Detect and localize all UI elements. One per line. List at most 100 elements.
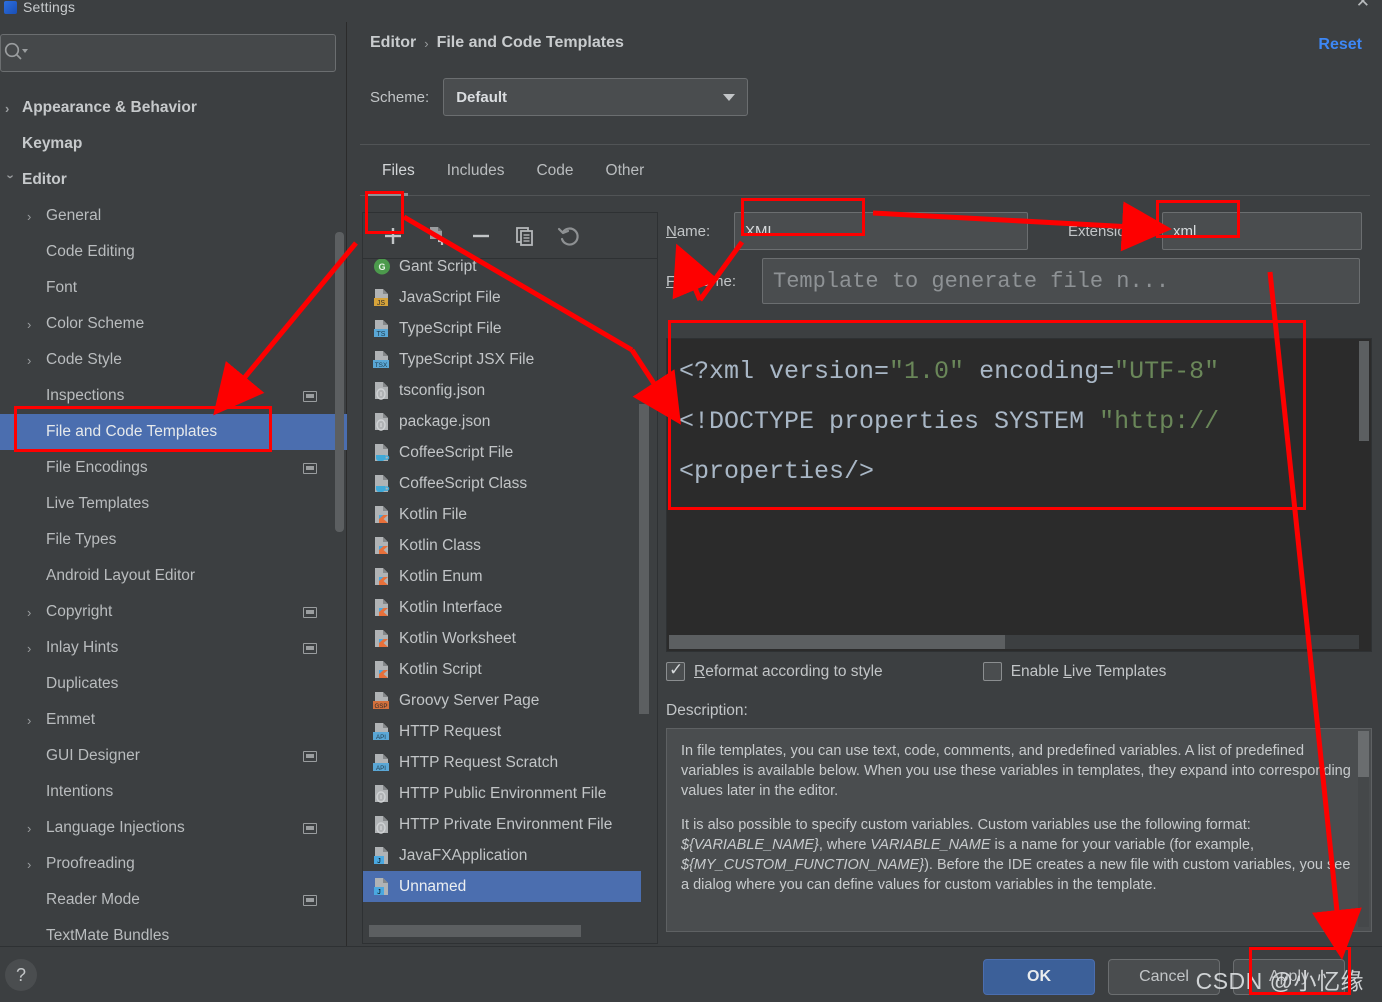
scheme-select[interactable]: Default <box>443 78 749 116</box>
code-token: <?xml version= <box>679 357 890 386</box>
template-list-item-label: CoffeeScript File <box>399 443 514 461</box>
chevron-right-icon[interactable]: › <box>5 101 17 116</box>
template-list-item[interactable]: Kotlin Enum <box>363 561 641 592</box>
template-list-item[interactable]: API HTTP Request Scratch <box>363 747 641 778</box>
description-scrollbar-thumb[interactable] <box>1358 731 1369 777</box>
sidebar-item-label: Emmet <box>46 711 96 728</box>
chevron-right-icon[interactable]: › <box>27 605 39 620</box>
editor-hscrollbar-thumb[interactable] <box>669 635 1005 649</box>
sidebar-item-gui-designer[interactable]: GUI Designer <box>0 738 347 774</box>
chevron-right-icon[interactable]: › <box>27 857 39 872</box>
sidebar-item-appearance-behavior[interactable]: › Appearance & Behavior <box>0 90 347 126</box>
sidebar-item-font[interactable]: Font <box>0 270 347 306</box>
sidebar-item-file-encodings[interactable]: File Encodings <box>0 450 347 486</box>
sidebar-item-inspections[interactable]: Inspections <box>0 378 347 414</box>
sidebar-item-label: General <box>46 207 102 224</box>
editor-scrollbar-thumb[interactable] <box>1359 341 1369 441</box>
template-code-editor[interactable]: <?xml version="1.0" encoding="UTF-8" <!DO… <box>666 338 1372 652</box>
sidebar-item-color-scheme[interactable]: › Color Scheme <box>0 306 347 342</box>
reset-link[interactable]: Reset <box>1318 36 1362 54</box>
chevron-right-icon[interactable]: › <box>27 713 39 728</box>
file-list-scrollbar-thumb[interactable] <box>639 404 649 714</box>
extension-input[interactable]: xml <box>1162 212 1362 250</box>
copy-icon <box>516 226 533 246</box>
chevron-right-icon[interactable]: › <box>27 821 39 836</box>
chevron-down-icon[interactable]: › <box>4 174 19 186</box>
sidebar-item-editor[interactable]: › Editor <box>0 162 347 198</box>
sidebar-item-textmate-bundles[interactable]: TextMate Bundles <box>0 918 347 946</box>
sidebar-item-copyright[interactable]: › Copyright <box>0 594 347 630</box>
file-list-hscrollbar[interactable] <box>367 924 653 938</box>
file-list-hscrollbar-thumb[interactable] <box>369 925 581 937</box>
template-list-item[interactable]: HTTP Private Environment File <box>363 809 641 840</box>
chevron-right-icon[interactable]: › <box>27 317 39 332</box>
reformat-checkbox-box[interactable] <box>666 660 685 681</box>
sidebar-item-keymap[interactable]: Keymap <box>0 126 347 162</box>
sidebar-item-inlay-hints[interactable]: › Inlay Hints <box>0 630 347 666</box>
tab-includes[interactable]: Includes <box>431 156 521 186</box>
live-templates-checkbox[interactable]: Enable Live Templates <box>982 662 1166 681</box>
sidebar-item-language-injections[interactable]: › Language Injections <box>0 810 347 846</box>
template-list-item[interactable]: J Unnamed <box>363 871 641 902</box>
template-list-item[interactable]: GSP Groovy Server Page <box>363 685 641 716</box>
sidebar-item-proofreading[interactable]: › Proofreading <box>0 846 347 882</box>
template-list-item[interactable]: HTTP Public Environment File <box>363 778 641 809</box>
sidebar-item-emmet[interactable]: › Emmet <box>0 702 347 738</box>
sidebar-item-duplicates[interactable]: Duplicates <box>0 666 347 702</box>
editor-hscrollbar[interactable] <box>669 635 1359 649</box>
name-input[interactable]: XML <box>734 212 1028 250</box>
sidebar-item-reader-mode[interactable]: Reader Mode <box>0 882 347 918</box>
sidebar-scrollbar-thumb[interactable] <box>335 232 344 532</box>
tab-files[interactable]: Files <box>366 156 431 186</box>
reset-template-button[interactable] <box>549 217 589 255</box>
sidebar-item-code-style[interactable]: › Code Style <box>0 342 347 378</box>
sidebar-scrollbar[interactable] <box>335 112 344 712</box>
sidebar-item-live-templates[interactable]: Live Templates <box>0 486 347 522</box>
sidebar-item-intentions[interactable]: Intentions <box>0 774 347 810</box>
copy-template-button[interactable] <box>505 217 545 255</box>
sidebar-item-code-editing[interactable]: Code Editing <box>0 234 347 270</box>
close-icon[interactable]: ✕ <box>1356 0 1370 12</box>
sidebar-item-general[interactable]: › General <box>0 198 347 234</box>
tab-code[interactable]: Code <box>520 156 589 186</box>
add-child-template-button[interactable] <box>417 217 457 255</box>
file-list-scrollbar[interactable] <box>639 404 649 714</box>
template-list-item[interactable]: API HTTP Request <box>363 716 641 747</box>
template-list-item[interactable]: JS JavaScript File <box>363 282 641 313</box>
chevron-right-icon[interactable]: › <box>27 641 39 656</box>
tab-other[interactable]: Other <box>590 156 661 186</box>
project-scope-icon <box>303 390 317 402</box>
template-list-item[interactable]: Kotlin Class <box>363 530 641 561</box>
sidebar-item-file-types[interactable]: File Types <box>0 522 347 558</box>
svg-text:API: API <box>376 734 386 741</box>
template-list-item[interactable]: Kotlin Script <box>363 654 641 685</box>
template-list-item[interactable]: Kotlin Worksheet <box>363 623 641 654</box>
template-list-item[interactable]: CoffeeScript File <box>363 437 641 468</box>
search-input[interactable] <box>29 45 335 61</box>
template-file-list[interactable]: G Gant Script JS JavaScript File TS TypeScrip… <box>362 258 658 944</box>
question-mark-icon[interactable]: ? <box>5 959 37 991</box>
template-list-item[interactable]: Kotlin File <box>363 499 641 530</box>
chevron-right-icon[interactable]: › <box>27 353 39 368</box>
remove-template-button[interactable] <box>461 217 501 255</box>
sidebar-item-android-layout-editor[interactable]: Android Layout Editor <box>0 558 347 594</box>
template-list-item[interactable]: G Gant Script <box>363 259 641 282</box>
template-list-item-label: HTTP Public Environment File <box>399 784 607 802</box>
breadcrumb-parent[interactable]: Editor <box>370 34 416 52</box>
ok-button[interactable]: OK <box>983 959 1095 995</box>
add-template-button[interactable] <box>373 217 413 255</box>
chevron-right-icon[interactable]: › <box>27 209 39 224</box>
template-list-item[interactable]: package.json <box>363 406 641 437</box>
template-list-item[interactable]: tsconfig.json <box>363 375 641 406</box>
template-list-item[interactable]: TS TypeScript File <box>363 313 641 344</box>
reformat-checkbox[interactable]: Reformat according to style <box>666 660 883 681</box>
template-list-item[interactable]: CoffeeScript Class <box>363 468 641 499</box>
sidebar-item-file-and-code-templates[interactable]: File and Code Templates <box>0 414 347 450</box>
template-list-item[interactable]: J JavaFXApplication <box>363 840 641 871</box>
sidebar-search[interactable] <box>0 34 336 72</box>
file-name-input[interactable]: Template to generate file n... <box>762 258 1360 304</box>
name-row: Name: XML Extension: xml <box>666 212 1372 250</box>
template-list-item[interactable]: Kotlin Interface <box>363 592 641 623</box>
live-templates-checkbox-box[interactable] <box>982 662 1002 681</box>
template-list-item[interactable]: TSX TypeScript JSX File <box>363 344 641 375</box>
